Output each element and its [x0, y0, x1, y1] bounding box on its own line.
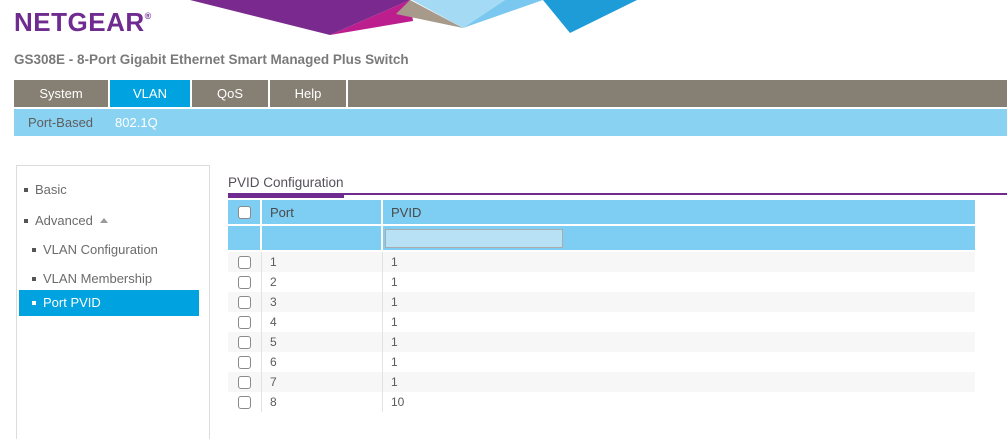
table-row: 2 1 [228, 272, 975, 292]
pvid-cell: 1 [383, 372, 975, 392]
bullet-icon [24, 188, 28, 192]
table-row: 1 1 [228, 252, 975, 272]
table-header-row: Port PVID [228, 200, 975, 226]
pvid-configuration-heading: PVID Configuration [228, 175, 344, 190]
port-cell: 3 [262, 292, 383, 312]
sidebar-item-vlan-configuration[interactable]: VLAN Configuration [19, 237, 199, 263]
pvid-cell: 1 [383, 252, 975, 272]
filter-pvid-cell [383, 226, 975, 252]
bullet-icon [32, 301, 36, 305]
vlan-subnav: Port-Based 802.1Q [14, 109, 1007, 136]
row-checkbox[interactable] [238, 336, 251, 349]
table-row: 8 10 [228, 392, 975, 412]
chevron-up-icon [100, 218, 108, 223]
tab-qos[interactable]: QoS [192, 80, 270, 107]
main-nav: System VLAN QoS Help [14, 80, 1007, 107]
page-title: GS308E - 8-Port Gigabit Ethernet Smart M… [14, 52, 409, 67]
registered-mark: ® [145, 11, 152, 21]
row-checkbox[interactable] [238, 276, 251, 289]
sidebar-item-basic[interactable]: Basic [19, 177, 199, 203]
port-cell: 5 [262, 332, 383, 352]
pvid-table: Port PVID 1 1 2 1 3 1 4 1 5 1 6 1 [228, 200, 975, 412]
header-port: Port [262, 200, 383, 226]
table-row: 6 1 [228, 352, 975, 372]
bullet-icon [24, 219, 28, 223]
port-cell: 1 [262, 252, 383, 272]
row-checkbox[interactable] [238, 296, 251, 309]
port-cell: 8 [262, 392, 383, 412]
pvid-cell: 10 [383, 392, 975, 412]
filter-port-cell [262, 226, 383, 252]
header-checkbox-cell [228, 200, 262, 226]
pvid-cell: 1 [383, 312, 975, 332]
row-checkbox[interactable] [238, 256, 251, 269]
sidebar-item-label: Port PVID [43, 295, 101, 310]
sidebar: Basic Advanced VLAN Configuration VLAN M… [16, 165, 210, 439]
row-checkbox[interactable] [238, 376, 251, 389]
heading-rule [228, 193, 1007, 195]
bullet-icon [32, 277, 36, 281]
sidebar-item-vlan-membership[interactable]: VLAN Membership [19, 266, 199, 292]
port-cell: 4 [262, 312, 383, 332]
header-pvid: PVID [383, 200, 975, 226]
sidebar-item-label: Advanced [35, 213, 93, 228]
tab-vlan[interactable]: VLAN [110, 80, 192, 107]
sidebar-item-label: Basic [35, 182, 67, 197]
pvid-cell: 1 [383, 272, 975, 292]
row-checkbox[interactable] [238, 396, 251, 409]
subnav-port-based[interactable]: Port-Based [28, 115, 93, 130]
pvid-cell: 1 [383, 292, 975, 312]
netgear-logo: NETGEAR® [14, 7, 152, 38]
port-cell: 7 [262, 372, 383, 392]
pvid-cell: 1 [383, 352, 975, 372]
filter-checkbox-cell [228, 226, 262, 252]
sidebar-item-label: VLAN Membership [43, 271, 152, 286]
sidebar-item-advanced[interactable]: Advanced [19, 208, 199, 234]
pvid-cell: 1 [383, 332, 975, 352]
bullet-icon [32, 248, 36, 252]
select-all-checkbox[interactable] [238, 206, 251, 219]
table-filter-row [228, 226, 975, 252]
table-row: 4 1 [228, 312, 975, 332]
sidebar-item-label: VLAN Configuration [43, 242, 158, 257]
table-row: 3 1 [228, 292, 975, 312]
subnav-8021q[interactable]: 802.1Q [115, 115, 158, 130]
row-checkbox[interactable] [238, 356, 251, 369]
table-row: 7 1 [228, 372, 975, 392]
row-checkbox[interactable] [238, 316, 251, 329]
tab-help[interactable]: Help [270, 80, 348, 107]
heading-rule-active-segment [228, 193, 344, 198]
sidebar-item-port-pvid[interactable]: Port PVID [19, 290, 199, 316]
table-row: 5 1 [228, 332, 975, 352]
port-cell: 6 [262, 352, 383, 372]
tab-system[interactable]: System [14, 80, 110, 107]
port-cell: 2 [262, 272, 383, 292]
pvid-input[interactable] [385, 229, 563, 248]
